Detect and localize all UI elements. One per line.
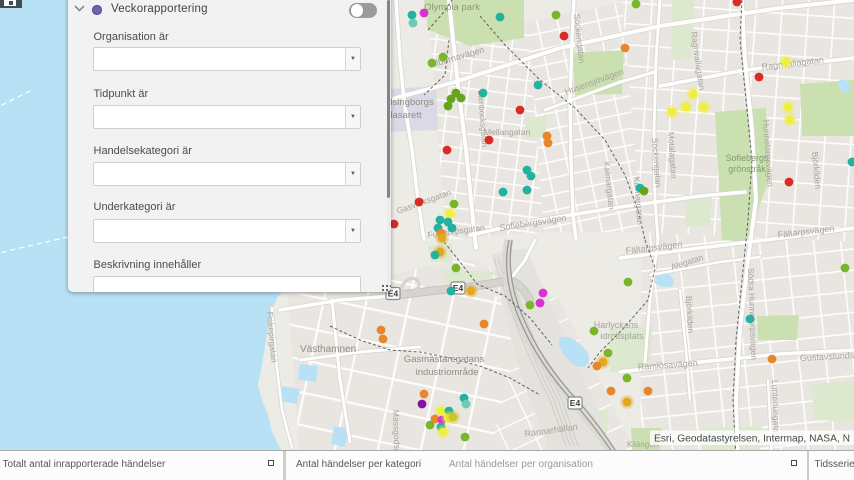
svg-text:Luntertungatan: Luntertungatan: [770, 380, 782, 438]
svg-text:industriområde: industriområde: [416, 367, 479, 378]
svg-text:Västhamnen: Västhamnen: [300, 344, 356, 355]
svg-text:idrottsplats: idrottsplats: [600, 331, 644, 341]
svg-text:Björkilden: Björkilden: [684, 296, 696, 334]
svg-text:Olympia park: Olympia park: [424, 2, 480, 13]
svg-text:lasarett: lasarett: [390, 110, 422, 121]
svg-text:grönstråk: grönstråk: [728, 164, 766, 174]
svg-text:Esri, Geodatastyrelsen, Interm: Esri, Geodatastyrelsen, Intermap, NASA, …: [654, 434, 850, 445]
svg-text:Sofiebergs: Sofiebergs: [725, 153, 769, 163]
svg-text:Harlyckans: Harlyckans: [594, 320, 639, 330]
svg-text:Mellangatan: Mellangatan: [484, 127, 531, 137]
svg-text:Gasmästaregatans: Gasmästaregatans: [404, 354, 485, 365]
svg-text:E4: E4: [570, 398, 581, 408]
